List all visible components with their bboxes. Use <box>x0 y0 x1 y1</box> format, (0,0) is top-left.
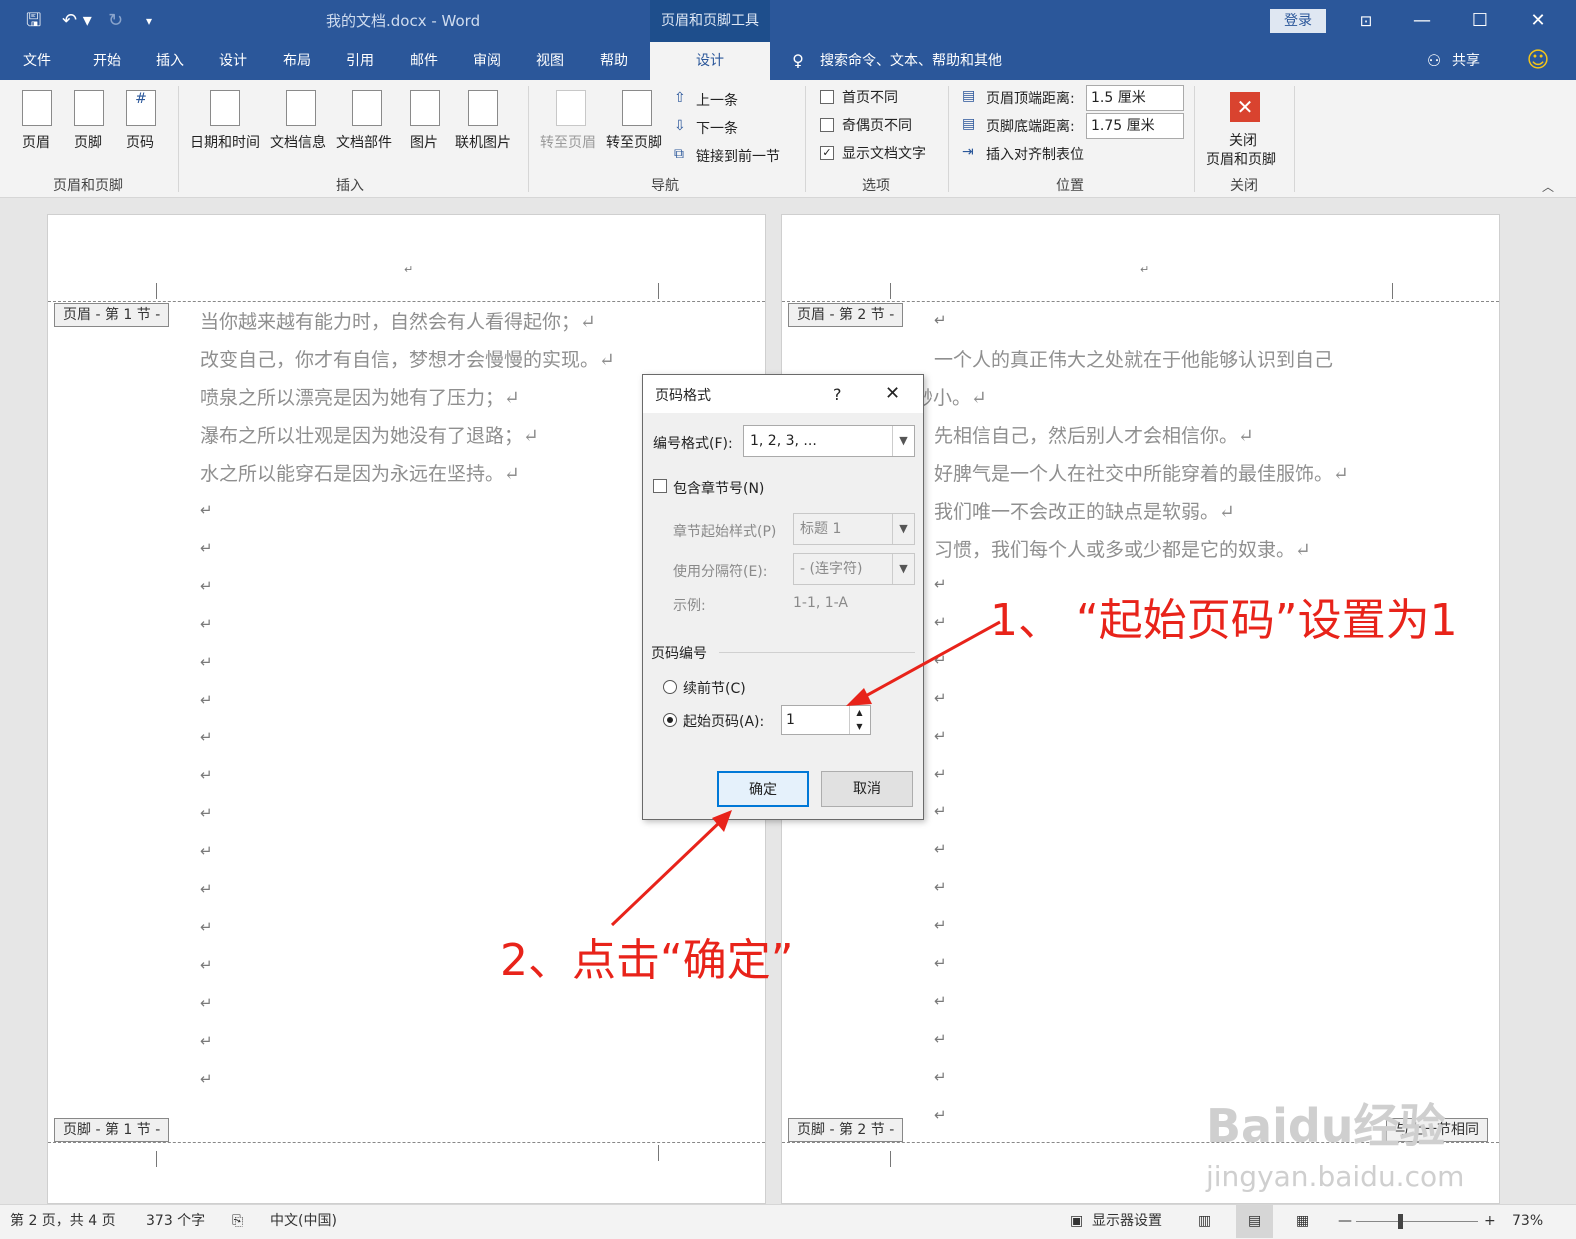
zoom-slider-track[interactable] <box>1356 1221 1478 1222</box>
web-layout-icon[interactable]: ▦ <box>1296 1205 1309 1238</box>
arrow-step2 <box>610 818 724 927</box>
arrow-step1 <box>861 620 1001 700</box>
word-count[interactable]: 373 个字 <box>146 1205 205 1238</box>
annotation-step2: 2、点击“确定” <box>500 935 794 986</box>
watermark-url: jingyan.baidu.com <box>1206 1160 1465 1193</box>
status-bar: 第 2 页，共 4 页 373 个字 ⎘ 中文(中国) ▣ 显示器设置 ▥ ▤ … <box>0 1204 1576 1239</box>
watermark-brand: Baidu经验 <box>1206 1099 1446 1153</box>
display-settings-button[interactable]: 显示器设置 <box>1092 1205 1162 1238</box>
annotation-step1: 1、 “起始页码”设置为1 <box>990 595 1458 646</box>
word-window: 🖫 ↶ ▾ ↻ ▾ 我的文档.docx - Word 页眉和页脚工具 登录 ⊡ … <box>0 0 1576 1239</box>
read-mode-icon[interactable]: ▥ <box>1198 1205 1211 1238</box>
arrow-head-step1 <box>846 688 872 706</box>
zoom-level[interactable]: 73% <box>1512 1205 1543 1238</box>
proofing-icon[interactable]: ⎘ <box>232 1205 243 1238</box>
zoom-out-button[interactable]: — <box>1338 1205 1352 1238</box>
language[interactable]: 中文(中国) <box>270 1205 337 1238</box>
display-settings-icon: ▣ <box>1070 1213 1084 1229</box>
page-count[interactable]: 第 2 页，共 4 页 <box>10 1205 116 1238</box>
zoom-slider-thumb[interactable] <box>1398 1214 1403 1229</box>
zoom-in-button[interactable]: + <box>1484 1205 1496 1238</box>
print-layout-icon[interactable]: ▤ <box>1236 1205 1274 1238</box>
